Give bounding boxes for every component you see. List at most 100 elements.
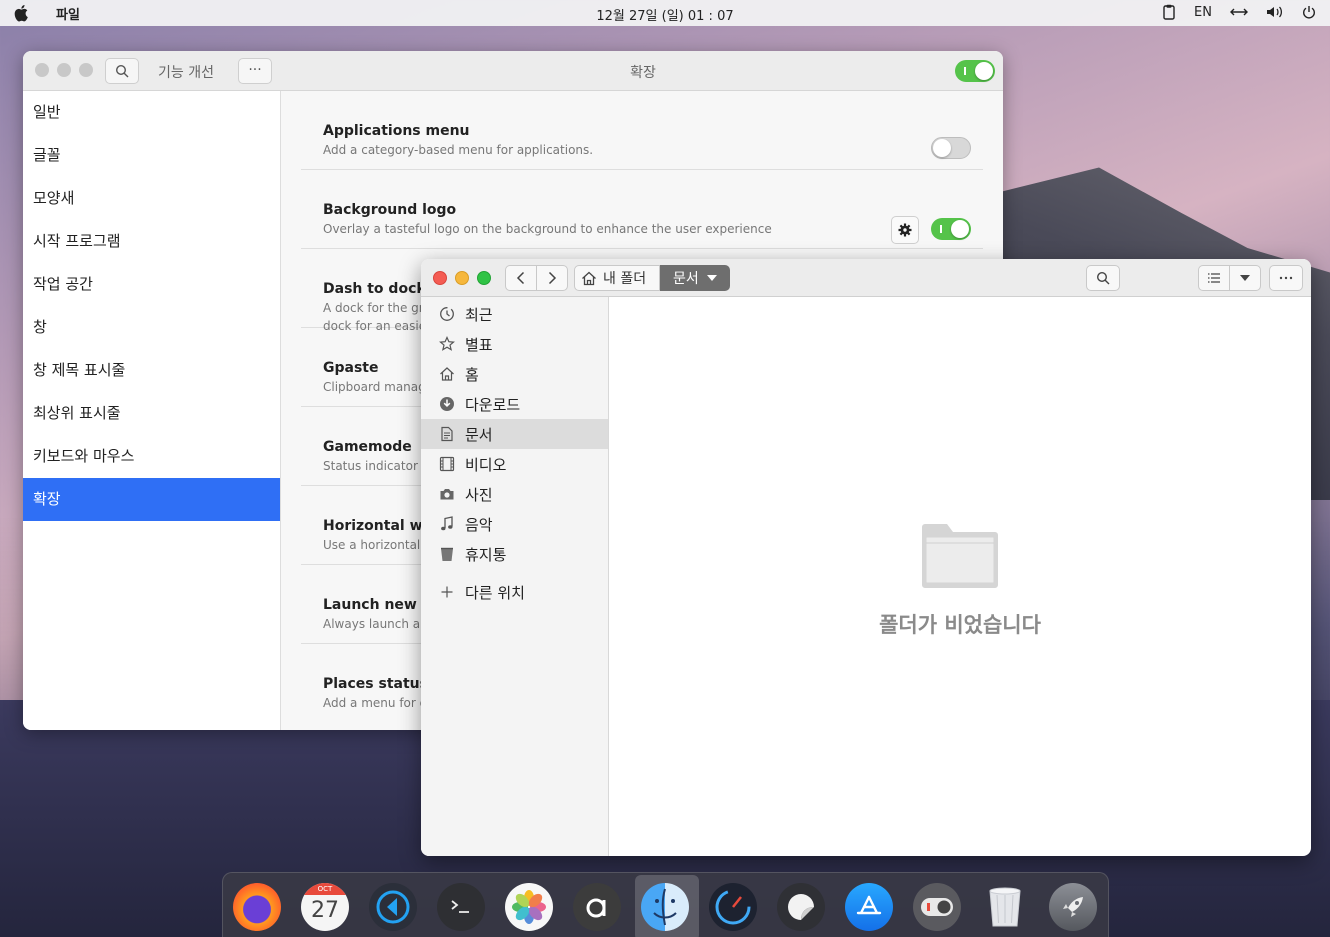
forward-button[interactable] xyxy=(536,265,568,291)
list-icon xyxy=(1208,273,1220,283)
anbox-icon[interactable] xyxy=(573,883,621,931)
music-icon xyxy=(441,516,453,531)
top-bar: 파일 12월 27일 (일) 01 : 07 EN xyxy=(0,0,1330,26)
folder-icon xyxy=(922,524,998,588)
sidebar-item-top-bar[interactable]: 최상위 표시줄 xyxy=(23,392,280,435)
search-icon xyxy=(1096,271,1110,285)
trash-icon xyxy=(441,547,453,561)
calendar-icon[interactable]: OCT 27 xyxy=(301,883,349,931)
path-bar-current[interactable]: 문서 xyxy=(660,265,730,291)
extension-title: Applications menu xyxy=(323,123,470,139)
tweaks-headerbar: 기능 개선 ··· 확장 xyxy=(23,51,1003,91)
search-icon xyxy=(115,64,129,78)
empty-folder-view: 폴더가 비었습니다 xyxy=(609,297,1311,856)
sidebar-item-home[interactable]: 홈 xyxy=(421,359,608,389)
close-button[interactable] xyxy=(433,271,447,285)
sidebar-item-pictures[interactable]: 사진 xyxy=(421,479,608,509)
sidebar-item-videos[interactable]: 비디오 xyxy=(421,449,608,479)
network-icon[interactable] xyxy=(1230,6,1248,18)
sidebar-item-fonts[interactable]: 글꼴 xyxy=(23,134,280,177)
extension-toggle[interactable] xyxy=(931,137,971,159)
sidebar-item-workspaces[interactable]: 작업 공간 xyxy=(23,263,280,306)
sidebar-item-windows[interactable]: 창 xyxy=(23,306,280,349)
sidebar-item-recent[interactable]: 최근 xyxy=(421,299,608,329)
vscode-icon[interactable] xyxy=(369,883,417,931)
film-icon xyxy=(439,456,455,472)
more-icon xyxy=(1279,276,1293,280)
extension-title: Gamemode xyxy=(323,439,412,455)
sidebar-item-titlebars[interactable]: 창 제목 표시줄 xyxy=(23,349,280,392)
sidebar-item-documents[interactable]: 문서 xyxy=(421,419,608,449)
extension-title: Background logo xyxy=(323,202,457,218)
sticker-icon[interactable] xyxy=(777,883,825,931)
language-indicator[interactable]: EN xyxy=(1194,5,1212,20)
maximize-button[interactable] xyxy=(477,271,491,285)
star-icon xyxy=(439,336,455,351)
search-button[interactable] xyxy=(105,58,139,84)
dock: OCT 27 xyxy=(222,872,1109,937)
chevron-left-icon xyxy=(516,271,525,285)
sidebar-item-general[interactable]: 일반 xyxy=(23,91,280,134)
maximize-button[interactable] xyxy=(79,63,93,77)
active-app-name[interactable]: 파일 xyxy=(56,4,80,23)
chevron-right-icon xyxy=(548,271,557,285)
clipboard-icon[interactable] xyxy=(1162,4,1176,20)
back-button[interactable] xyxy=(505,265,537,291)
tweaks-sidebar: 일반 글꼴 모양새 시작 프로그램 작업 공간 창 창 제목 표시줄 최상위 표… xyxy=(23,91,281,730)
search-button[interactable] xyxy=(1086,265,1120,291)
speedometer-icon[interactable] xyxy=(709,883,757,931)
page-title: 확장 xyxy=(630,65,656,81)
view-options-button[interactable] xyxy=(1229,265,1261,291)
extension-title: Dash to dock xyxy=(323,281,426,297)
close-button[interactable] xyxy=(35,63,49,77)
plus-icon xyxy=(441,586,453,598)
minimize-button[interactable] xyxy=(57,63,71,77)
firefox-icon[interactable] xyxy=(233,883,281,931)
extension-settings-button[interactable] xyxy=(891,216,919,244)
sidebar-item-starred[interactable]: 별표 xyxy=(421,329,608,359)
clock[interactable]: 12월 27일 (일) 01 : 07 xyxy=(0,5,1330,24)
extensions-master-toggle[interactable] xyxy=(955,60,995,82)
trash-icon[interactable] xyxy=(981,883,1029,931)
apple-icon[interactable] xyxy=(14,4,30,22)
files-headerbar: 내 폴더 문서 xyxy=(421,259,1311,297)
sidebar-item-startup[interactable]: 시작 프로그램 xyxy=(23,220,280,263)
sidebar-item-downloads[interactable]: 다운로드 xyxy=(421,389,608,419)
home-icon xyxy=(582,271,596,285)
chevron-down-icon xyxy=(1240,275,1250,281)
sidebar-item-other-locations[interactable]: 다른 위치 xyxy=(421,577,608,607)
list-view-button[interactable] xyxy=(1198,265,1230,291)
volume-icon[interactable] xyxy=(1266,5,1284,19)
gear-icon xyxy=(898,223,912,237)
window-title: 기능 개선 xyxy=(158,65,214,81)
sidebar-item-keyboard-mouse[interactable]: 키보드와 마우스 xyxy=(23,435,280,478)
extension-description: Overlay a tasteful logo on the backgroun… xyxy=(323,222,772,236)
photos-icon[interactable] xyxy=(505,883,553,931)
places-sidebar: 최근 별표 홈 다운로드 문서 비디오 사진 음악 휴지통 다른 위치 xyxy=(421,297,609,856)
minimize-button[interactable] xyxy=(455,271,469,285)
path-bar-home[interactable]: 내 폴더 xyxy=(574,265,660,291)
menu-button[interactable]: ··· xyxy=(238,58,272,84)
sidebar-item-trash[interactable]: 휴지통 xyxy=(421,539,608,569)
terminal-icon[interactable] xyxy=(437,883,485,931)
clock-icon xyxy=(440,307,454,321)
menu-button[interactable] xyxy=(1269,265,1303,291)
empty-folder-message: 폴더가 비었습니다 xyxy=(879,613,1041,637)
extension-description: Add a category-based menu for applicatio… xyxy=(323,143,594,157)
toggle-app-icon[interactable] xyxy=(913,883,961,931)
finder-icon[interactable] xyxy=(641,883,689,931)
power-icon[interactable] xyxy=(1302,5,1316,19)
extension-row: Background logo Overlay a tasteful logo … xyxy=(301,170,983,249)
extension-row: Applications menu Add a category-based m… xyxy=(301,91,983,170)
sidebar-item-music[interactable]: 음악 xyxy=(421,509,608,539)
app-store-icon[interactable] xyxy=(845,883,893,931)
files-window: 내 폴더 문서 최근 별표 홈 다운로드 문서 비디오 사진 음악 휴지통 다른… xyxy=(421,259,1311,856)
launcher-icon[interactable] xyxy=(1049,883,1097,931)
camera-icon xyxy=(440,489,454,500)
document-icon xyxy=(441,426,453,442)
sidebar-item-appearance[interactable]: 모양새 xyxy=(23,177,280,220)
home-icon xyxy=(440,367,454,381)
extension-toggle[interactable] xyxy=(931,218,971,240)
extension-title: Gpaste xyxy=(323,360,379,376)
sidebar-item-extensions[interactable]: 확장 xyxy=(23,478,280,521)
